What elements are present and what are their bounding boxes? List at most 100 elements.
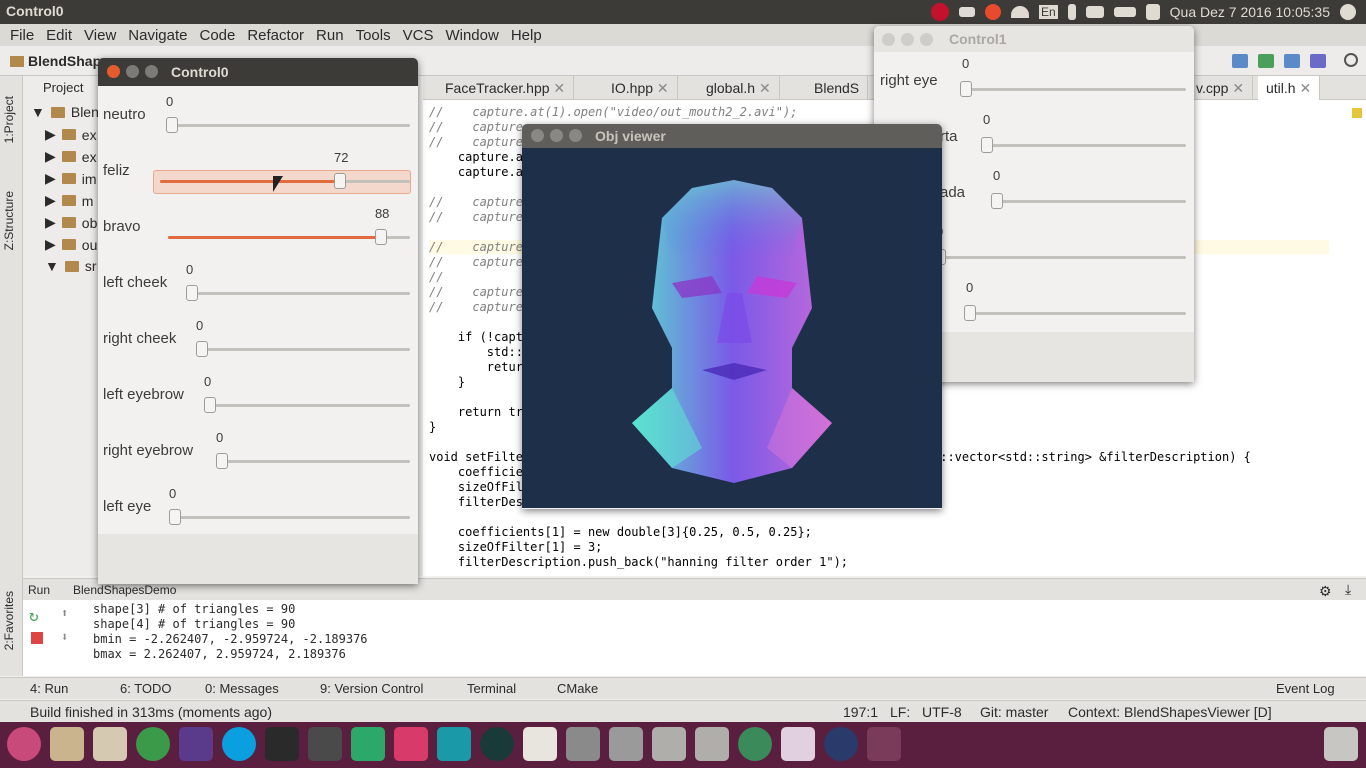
slider-handle[interactable]	[166, 117, 178, 133]
tab-version-control[interactable]: 9: Version Control	[320, 681, 423, 696]
control1-titlebar[interactable]: Control1	[874, 26, 1194, 52]
file-encoding[interactable]: UTF-8	[922, 704, 962, 720]
sublime-icon[interactable]	[308, 727, 342, 761]
menu-vcs[interactable]: VCS	[397, 27, 440, 44]
slider-handle[interactable]	[204, 397, 216, 413]
tree-root[interactable]: ▼ Blend	[31, 104, 107, 120]
slider-handle[interactable]	[960, 81, 972, 97]
slider-track[interactable]	[970, 312, 1186, 315]
vcs-commit-icon[interactable]	[1258, 54, 1274, 68]
slider-handle[interactable]	[374, 229, 387, 245]
menu-window[interactable]: Window	[439, 27, 504, 44]
menu-file[interactable]: File	[4, 27, 40, 44]
menu-view[interactable]: View	[78, 27, 122, 44]
slider-track[interactable]	[222, 460, 410, 463]
calculator-icon[interactable]	[609, 727, 643, 761]
workspace-icon[interactable]	[867, 727, 901, 761]
tab-facetracker-hpp[interactable]: FaceTracker.hpp ✕	[437, 76, 575, 100]
tree-item[interactable]: ▶ ex	[45, 148, 97, 165]
menu-refactor[interactable]: Refactor	[241, 27, 310, 44]
tab-run[interactable]: 4: Run	[30, 681, 68, 696]
reader-icon[interactable]	[523, 727, 557, 761]
cup-icon[interactable]	[958, 7, 975, 17]
rerun-icon[interactable]: ↻	[29, 606, 39, 625]
terminal-icon[interactable]	[265, 727, 299, 761]
files-icon[interactable]	[50, 727, 84, 761]
close-icon[interactable]: ✕	[553, 80, 565, 96]
tab-global-h[interactable]: global.h ✕	[698, 76, 780, 100]
revert-icon[interactable]	[1310, 54, 1326, 68]
tab-util-h[interactable]: util.h ✕	[1258, 76, 1321, 100]
tab-favorites-tool[interactable]: 2:Favorites	[2, 591, 16, 650]
keyboard-layout-indicator[interactable]: En	[1038, 5, 1058, 19]
globe-icon[interactable]	[738, 727, 772, 761]
slider-track[interactable]	[175, 516, 410, 519]
slider-track[interactable]	[966, 88, 1186, 91]
record-icon[interactable]	[930, 3, 949, 21]
control0-titlebar[interactable]: Control0	[98, 58, 418, 86]
tree-item[interactable]: ▶ im	[45, 170, 97, 187]
event-log-button[interactable]: Event Log	[1276, 681, 1335, 696]
volume-icon[interactable]	[1145, 4, 1160, 20]
menu-run[interactable]: Run	[310, 27, 350, 44]
close-icon[interactable]: ✕	[1299, 80, 1311, 96]
trash-icon[interactable]	[1324, 727, 1358, 761]
minimize-icon[interactable]	[126, 65, 139, 78]
intellij-icon[interactable]	[394, 727, 428, 761]
slider-handle[interactable]	[981, 137, 993, 153]
close-icon[interactable]	[882, 33, 895, 46]
close-icon[interactable]	[107, 65, 120, 78]
slider-handle[interactable]	[186, 285, 198, 301]
tree-item[interactable]: ▼ sr	[45, 258, 97, 274]
tab-cmake[interactable]: CMake	[557, 681, 598, 696]
vcs-update-icon[interactable]	[1232, 54, 1248, 68]
mail-icon[interactable]	[1085, 6, 1104, 18]
slider-track[interactable]	[987, 144, 1186, 147]
stop-icon[interactable]	[31, 632, 43, 644]
tab-messages[interactable]: 0: Messages	[205, 681, 279, 696]
menu-help[interactable]: Help	[505, 27, 548, 44]
close-icon[interactable]: ✕	[759, 80, 771, 96]
menu-tools[interactable]: Tools	[350, 27, 397, 44]
down-arrow-icon[interactable]: ⬇	[61, 630, 68, 644]
tree-item[interactable]: ▶ ob	[45, 214, 97, 231]
pycharm-icon[interactable]	[351, 727, 385, 761]
maximize-icon[interactable]	[145, 65, 158, 78]
close-icon[interactable]: ✕	[1232, 80, 1244, 96]
tab-terminal[interactable]: Terminal	[467, 681, 516, 696]
minimize-icon[interactable]	[901, 33, 914, 46]
close-icon[interactable]: ✕	[657, 80, 669, 96]
tree-item[interactable]: ▶ ex	[45, 126, 97, 143]
minimize-icon[interactable]	[550, 129, 563, 142]
maximize-icon[interactable]	[920, 33, 933, 46]
up-arrow-icon[interactable]: ⬆	[61, 606, 68, 620]
gitkraken-icon[interactable]	[480, 727, 514, 761]
unknown-app-icon[interactable]	[652, 727, 686, 761]
slider-track[interactable]	[997, 200, 1186, 203]
battery-icon[interactable]	[1113, 7, 1136, 17]
slider-handle[interactable]	[334, 173, 346, 189]
slider-track[interactable]	[940, 256, 1186, 259]
line-separator[interactable]: LF:	[890, 704, 910, 720]
context-selector[interactable]: Context: BlendShapesViewer [D]	[1068, 704, 1272, 720]
close-icon[interactable]	[531, 129, 544, 142]
slider-handle[interactable]	[216, 453, 228, 469]
bluetooth-icon[interactable]	[1067, 4, 1076, 20]
clion-icon[interactable]	[437, 727, 471, 761]
slider-handle[interactable]	[196, 341, 208, 357]
tree-item[interactable]: ▶ ou	[45, 236, 97, 253]
alarm-icon[interactable]	[984, 4, 1001, 20]
menu-edit[interactable]: Edit	[40, 27, 78, 44]
terminal-purple-icon[interactable]	[179, 727, 213, 761]
3d-render-canvas[interactable]	[522, 148, 942, 508]
project-panel-title[interactable]: Project	[43, 80, 83, 95]
tab-todo[interactable]: 6: TODO	[120, 681, 172, 696]
run-config-tab[interactable]: BlendShapesDemo	[73, 583, 176, 597]
chrome-icon[interactable]	[136, 727, 170, 761]
caret-position[interactable]: 197:1	[843, 704, 878, 720]
tab-project-tool[interactable]: 1:Project	[2, 96, 16, 143]
tab-blends[interactable]: BlendS	[806, 76, 869, 100]
clock[interactable]: Qua Dez 7 2016 10:05:35	[1170, 4, 1330, 20]
slider-handle[interactable]	[964, 305, 976, 321]
unknown-app-icon[interactable]	[695, 727, 729, 761]
